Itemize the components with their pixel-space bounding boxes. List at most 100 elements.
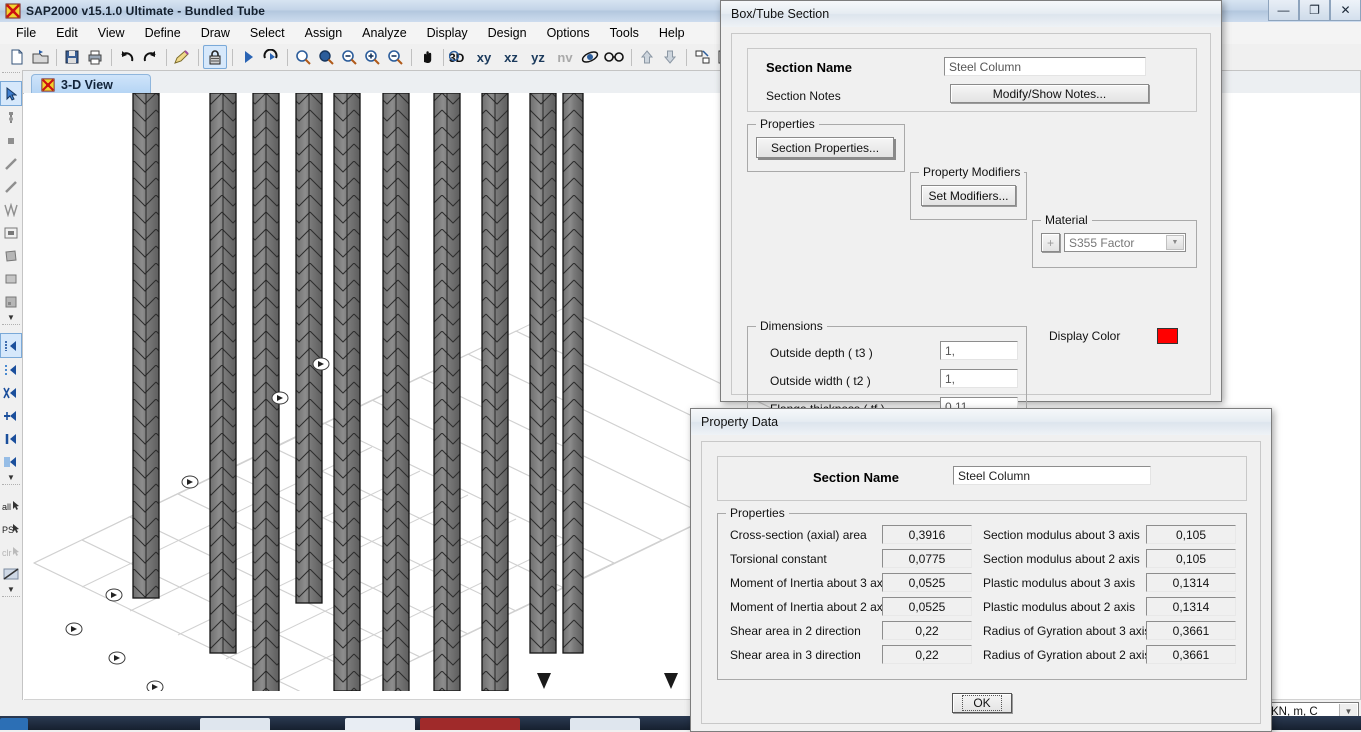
shear-area-3-value: 0,22	[882, 645, 972, 664]
view-xz-button[interactable]: xz	[498, 46, 524, 68]
taskbar-item[interactable]	[420, 718, 520, 730]
set-display-options-icon[interactable]	[691, 46, 713, 68]
cross-section-area-value: 0,3916	[882, 525, 972, 544]
restore-button[interactable]: ❐	[1299, 0, 1330, 21]
menu-item-options[interactable]: Options	[537, 23, 600, 43]
zoom-full-icon[interactable]	[338, 46, 360, 68]
menu-item-assign[interactable]: Assign	[295, 23, 353, 43]
edit-pencil-icon[interactable]	[171, 46, 193, 68]
quick-draw-area-tool[interactable]	[1, 290, 21, 313]
assign-ps-tool[interactable]: PS	[1, 516, 21, 539]
section-name-panel: Section Name Steel Column Section Notes …	[747, 48, 1197, 112]
clear-selection-tool[interactable]	[1, 381, 21, 404]
menu-item-analyze[interactable]: Analyze	[352, 23, 416, 43]
zoom-rubber-band-icon[interactable]	[292, 46, 314, 68]
select-by-group-tool[interactable]	[1, 450, 21, 473]
select-all-tool[interactable]	[1, 427, 21, 450]
material-combo[interactable]: S355 Factor ▼	[1064, 233, 1186, 252]
draw-frame-cable-tool[interactable]	[1, 152, 21, 175]
toolbar-separator	[111, 48, 112, 66]
quick-draw-braces-tool[interactable]	[1, 198, 21, 221]
toolbar-separator	[232, 48, 233, 66]
lock-model-icon[interactable]	[203, 45, 227, 69]
outside-width-input[interactable]: 1,	[940, 369, 1018, 388]
sap2000-logo-icon	[5, 3, 21, 19]
taskbar-item[interactable]	[570, 718, 640, 730]
taskbar-start-button[interactable]	[0, 718, 28, 730]
add-material-button[interactable]: +	[1041, 233, 1060, 252]
quick-draw-frame-tool[interactable]	[1, 175, 21, 198]
menu-item-select[interactable]: Select	[240, 23, 295, 43]
zoom-out-icon[interactable]	[384, 46, 406, 68]
chevron-down-icon[interactable]: ▼	[0, 585, 22, 594]
restore-previous-selection-tool[interactable]	[1, 358, 21, 381]
window-title: SAP2000 v15.1.0 Ultimate - Bundled Tube	[26, 4, 266, 18]
material-group-label: Material	[1041, 213, 1092, 227]
restore-full-view-tool[interactable]	[0, 333, 22, 358]
undo-icon[interactable]	[116, 46, 138, 68]
print-icon[interactable]	[84, 46, 106, 68]
clear-display-tool[interactable]: clr	[1, 539, 21, 562]
section-properties-button[interactable]: Section Properties...	[756, 137, 894, 158]
move-up-in-list-icon[interactable]	[636, 46, 658, 68]
draw-point-tool[interactable]	[1, 129, 21, 152]
close-button[interactable]: ✕	[1330, 0, 1361, 21]
view-3d-icon[interactable]: 3D	[448, 46, 470, 68]
quick-draw-secondary-beams-tool[interactable]	[1, 221, 21, 244]
draw-poly-area-tool[interactable]	[1, 244, 21, 267]
section-name-label: Section Name	[766, 60, 852, 75]
properties-group: Properties Cross-section (axial) area 0,…	[717, 506, 1247, 680]
assign-all-tool[interactable]: all	[1, 493, 21, 516]
chevron-down-icon[interactable]: ▼	[0, 313, 22, 322]
view-xy-button[interactable]: xy	[471, 46, 497, 68]
tab-label: 3-D View	[61, 77, 113, 92]
draw-rectangular-area-tool[interactable]	[1, 267, 21, 290]
modify-show-notes-button[interactable]: Modify/Show Notes...	[950, 84, 1149, 103]
pan-hand-icon[interactable]	[416, 46, 438, 68]
menu-item-edit[interactable]: Edit	[46, 23, 88, 43]
menu-item-view[interactable]: View	[88, 23, 135, 43]
view-nv-button[interactable]: nv	[552, 46, 578, 68]
menu-item-tools[interactable]: Tools	[600, 23, 649, 43]
outside-depth-input[interactable]: 1,	[940, 341, 1018, 360]
save-icon[interactable]	[61, 46, 83, 68]
menu-item-help[interactable]: Help	[649, 23, 695, 43]
select-using-intersecting-line-tool[interactable]	[1, 404, 21, 427]
box-tube-dialog-title-bar: Box/Tube Section	[721, 1, 1221, 27]
menu-item-display[interactable]: Display	[417, 23, 478, 43]
zoom-previous-icon[interactable]	[315, 46, 337, 68]
chevron-down-icon[interactable]: ▼	[1166, 235, 1184, 250]
view-yz-button[interactable]: yz	[525, 46, 551, 68]
ok-button[interactable]: OK	[952, 693, 1012, 713]
toolbar-separator	[443, 48, 444, 66]
menu-item-file[interactable]: File	[6, 23, 46, 43]
run-analysis-icon[interactable]	[237, 46, 259, 68]
section-name-input[interactable]: Steel Column	[944, 57, 1146, 76]
display-color-swatch[interactable]	[1157, 328, 1178, 344]
rotate-3d-icon[interactable]	[579, 46, 601, 68]
reshape-element-tool[interactable]	[1, 106, 21, 129]
menu-item-define[interactable]: Define	[135, 23, 191, 43]
taskbar-item[interactable]	[345, 718, 415, 730]
snap-options-tool[interactable]	[1, 562, 21, 585]
run-now-icon[interactable]	[260, 46, 282, 68]
minimize-button[interactable]: —	[1268, 0, 1299, 21]
chevron-down-icon[interactable]: ▼	[0, 473, 22, 482]
toolbar-separator	[198, 48, 199, 66]
move-down-in-list-icon[interactable]	[659, 46, 681, 68]
zoom-in-icon[interactable]	[361, 46, 383, 68]
new-file-icon[interactable]	[6, 46, 28, 68]
section-modulus-3-label: Section modulus about 3 axis	[983, 528, 1140, 542]
set-modifiers-button[interactable]: Set Modifiers...	[921, 185, 1016, 206]
moment-inertia-3-label: Moment of Inertia about 3 axis	[730, 576, 892, 590]
menu-item-draw[interactable]: Draw	[191, 23, 240, 43]
moment-inertia-2-value: 0,0525	[882, 597, 972, 616]
redo-icon[interactable]	[139, 46, 161, 68]
perspective-toggle-icon[interactable]	[602, 46, 626, 68]
pointer-select-tool[interactable]	[0, 81, 22, 106]
radius-gyration-3-label: Radius of Gyration about 3 axis	[983, 624, 1151, 638]
open-file-icon[interactable]	[29, 46, 51, 68]
menu-item-design[interactable]: Design	[478, 23, 537, 43]
tab-3d-view[interactable]: 3-D View	[31, 74, 151, 94]
taskbar-item[interactable]	[200, 718, 270, 730]
